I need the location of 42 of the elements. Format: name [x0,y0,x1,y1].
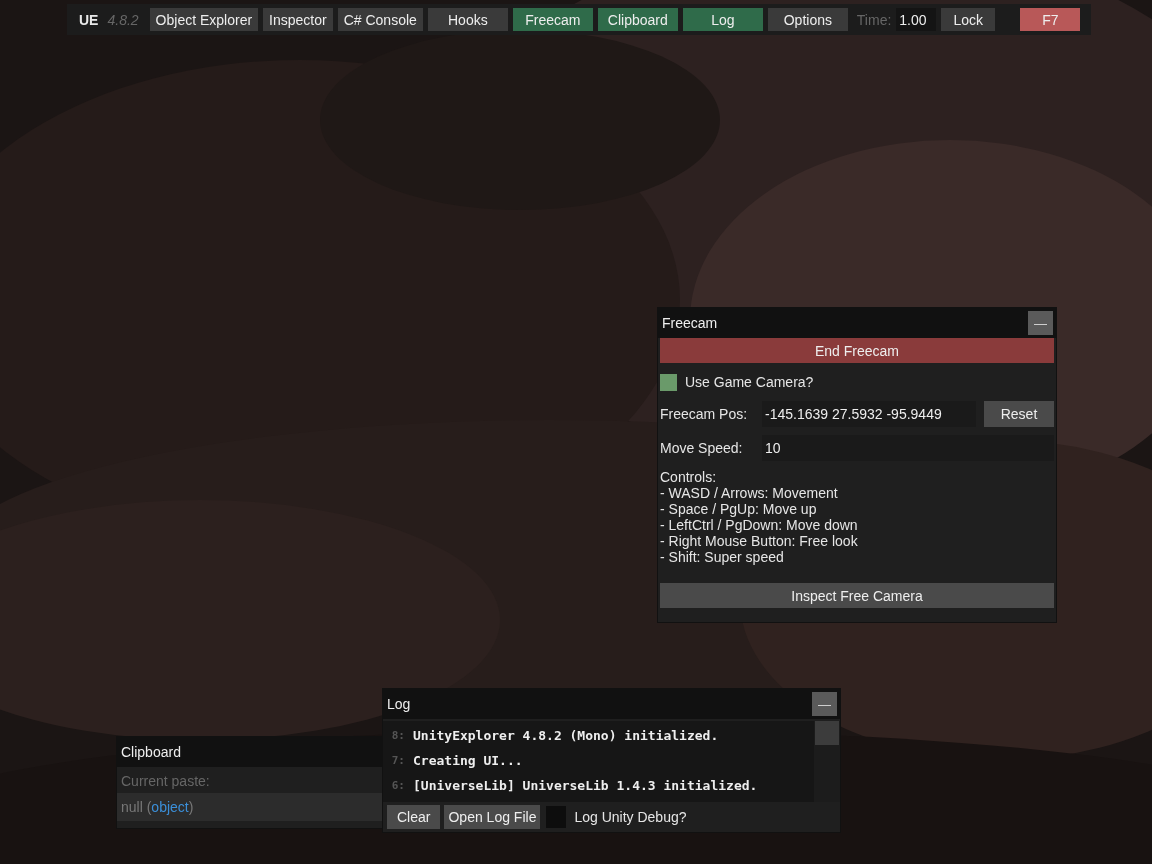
field-label: Move Speed: [660,440,744,456]
field-label: Freecam Pos: [660,406,749,422]
checkbox-label: Log Unity Debug? [574,809,687,825]
clear-button[interactable]: Clear [387,805,441,829]
minimize-button[interactable]: — [1028,311,1053,335]
version-label: 4.8.2 [107,11,139,28]
panel-toggle-button[interactable]: Freecam [512,8,593,31]
window-title: Freecam [662,315,718,331]
log-message: UnityExplorer 4.8.2 (Mono) initialized. [413,728,719,743]
field-label: Current paste: [120,772,211,791]
line-number: 8: [390,729,405,742]
panel-toggle-button[interactable]: Object Explorer [149,8,259,31]
scroll-handle[interactable] [815,721,839,745]
reset-button[interactable]: Reset [984,401,1054,427]
time-field[interactable]: 1.00 [896,8,937,31]
panel-toggle-button[interactable]: Hooks [427,8,508,31]
position-field[interactable]: -145.1639 27.5932 -95.9449 [762,401,976,427]
checkbox[interactable] [660,373,677,391]
minimize-button[interactable]: — [812,692,837,716]
checkbox-label: Use Game Camera? [685,374,814,390]
inspect-camera-button[interactable]: Inspect Free Camera [660,583,1054,608]
end-freecam-button[interactable]: End Freecam [660,338,1054,363]
open-log-file-button[interactable]: Open Log File [444,805,541,829]
log-message: [UniverseLib] UniverseLib 1.4.3 initialized. [413,778,758,793]
clipboard-value: null (object) [117,793,382,821]
time-label: Time: [856,11,892,28]
log-message: Creating UI... [413,753,523,768]
speed-field[interactable]: 10 [762,435,1054,461]
window-title: Log [387,696,411,712]
line-number: 6: [390,779,405,792]
scrollbar[interactable] [814,721,840,802]
close-button[interactable]: F7 [1020,8,1081,31]
panel-toggle-button[interactable]: Log [682,8,763,31]
app-name: UE [79,11,99,28]
line-number: 7: [390,754,405,767]
panel-toggle-button[interactable]: C# Console [337,8,423,31]
panel-toggle-button[interactable]: Clipboard [597,8,678,31]
panel-toggle-button[interactable]: Inspector [263,8,333,31]
lock-button[interactable]: Lock [941,8,996,31]
panel-toggle-button[interactable]: Options [767,8,848,31]
controls-help-text: Controls: - WASD / Arrows: Movement - Space / PgUp: Move up - LeftCtrl / PgDown: Move down - Right Mouse Button: Free look - Shift: Super speed [660,469,859,565]
window-title: Clipboard [121,744,181,760]
